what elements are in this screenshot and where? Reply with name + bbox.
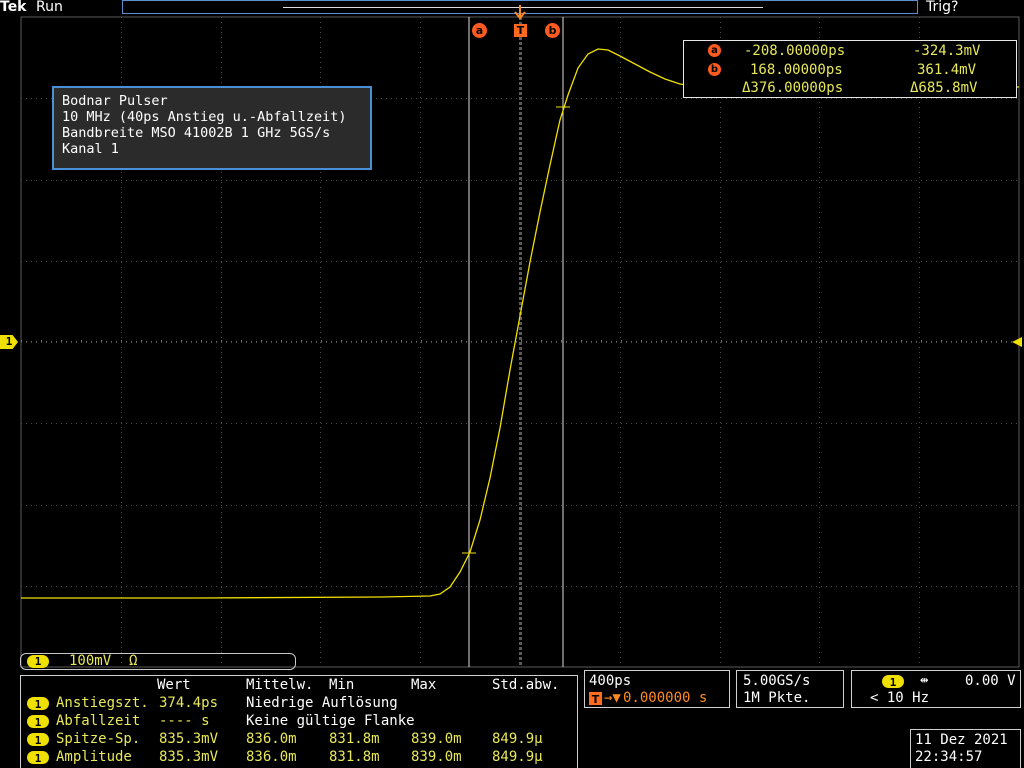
col-header-max: Max bbox=[411, 677, 437, 693]
cursor-crossing-ticks bbox=[462, 106, 570, 554]
trigger-level-icon bbox=[1012, 337, 1022, 347]
cursor-delta-voltage: Δ685.8mV bbox=[910, 80, 978, 96]
ch1-badge: 1 bbox=[27, 715, 49, 729]
cursor-b-icon[interactable]: b bbox=[545, 23, 560, 38]
time-display: 22:34:57 bbox=[915, 749, 983, 765]
ch1-impedance: Ω bbox=[129, 653, 138, 669]
col-header-min: Min bbox=[329, 677, 355, 693]
ch1-scale: 100mV bbox=[69, 653, 112, 669]
meas-value: 835.3mV bbox=[159, 749, 219, 765]
meas-name: Abfallzeit bbox=[56, 713, 141, 729]
annotation-line: Bandbreite MSO 41002B 1 GHz 5GS/s bbox=[62, 125, 331, 141]
timebase-delay-arrow-icon: →▼ bbox=[604, 690, 621, 706]
acquisition-panel[interactable]: 5.00GS/s 1M Pkte. bbox=[736, 670, 844, 708]
annotation-line: Kanal 1 bbox=[62, 141, 119, 157]
timebase-position: 0.000000 s bbox=[623, 690, 708, 706]
meas-std: 849.9µ bbox=[492, 749, 543, 765]
cursor-a-icon: a bbox=[708, 44, 721, 57]
meas-min: 831.8m bbox=[329, 749, 380, 765]
col-header-wert: Wert bbox=[157, 677, 191, 693]
meas-max: 839.0m bbox=[411, 731, 462, 747]
cursor-a-time: -208.00000ps bbox=[744, 43, 846, 59]
ch1-badge: 1 bbox=[27, 655, 49, 668]
sample-rate: 5.00GS/s bbox=[743, 673, 811, 689]
col-header-std: Std.abw. bbox=[492, 677, 560, 693]
cursor-readout[interactable]: a -208.00000ps -324.3mV b 168.00000ps 36… bbox=[683, 40, 1017, 98]
cursor-b-voltage: 361.4mV bbox=[917, 62, 977, 78]
meas-mean: 836.0m bbox=[246, 749, 297, 765]
meas-name: Amplitude bbox=[56, 749, 132, 765]
col-header-mean: Mittelw. bbox=[246, 677, 314, 693]
annotation-box[interactable]: Bodnar Pulser 10 MHz (40ps Anstieg u.-Ab… bbox=[52, 86, 372, 170]
meas-mean: 836.0m bbox=[246, 731, 297, 747]
datetime-panel: 11 Dez 2021 22:34:57 bbox=[910, 729, 1021, 768]
meas-note: Keine gültige Flanke bbox=[246, 713, 415, 729]
ch1-badge: 1 bbox=[27, 697, 49, 711]
timebase-panel[interactable]: 400ps T →▼ 0.000000 s bbox=[584, 670, 730, 708]
date-display: 11 Dez 2021 bbox=[915, 732, 1008, 748]
trigger-marker-icon: T bbox=[589, 692, 602, 706]
record-length: 1M Pkte. bbox=[743, 690, 811, 706]
trigger-panel[interactable]: 1 ⇹ 0.00 V < 10 Hz bbox=[851, 670, 1021, 708]
cursor-a-icon[interactable]: a bbox=[472, 23, 487, 38]
meas-name: Spitze-Sp. bbox=[56, 731, 141, 747]
ch1-badge: 1 bbox=[882, 675, 904, 689]
cursor-delta-time: Δ376.00000ps bbox=[742, 80, 844, 96]
annotation-line: Bodnar Pulser bbox=[62, 93, 168, 109]
ch1-badge: 1 bbox=[27, 751, 49, 765]
annotation-line: 10 MHz (40ps Anstieg u.-Abfallzeit) bbox=[62, 109, 347, 125]
meas-name: Anstiegszt. bbox=[56, 695, 149, 711]
trigger-frequency: < 10 Hz bbox=[870, 690, 930, 706]
meas-note: Niedrige Auflösung bbox=[246, 695, 398, 711]
cursor-b-icon: b bbox=[708, 63, 721, 76]
meas-max: 839.0m bbox=[411, 749, 462, 765]
meas-min: 831.8m bbox=[329, 731, 380, 747]
ch1-scale-box[interactable]: 1 100mV Ω bbox=[20, 653, 296, 670]
meas-std: 849.9µ bbox=[492, 731, 543, 747]
meas-value: 374.4ps bbox=[159, 695, 219, 711]
trigger-marker-icon[interactable]: T bbox=[514, 24, 527, 37]
cursor-a-voltage: -324.3mV bbox=[913, 43, 981, 59]
trigger-position-arrow bbox=[514, 5, 526, 20]
ch1-badge: 1 bbox=[27, 733, 49, 747]
meas-value: 835.3mV bbox=[159, 731, 219, 747]
trigger-level: 0.00 V bbox=[965, 673, 1016, 689]
rising-edge-icon: ⇹ bbox=[920, 672, 929, 688]
meas-value: ---- s bbox=[159, 713, 210, 729]
measurements-panel[interactable]: Wert Mittelw. Min Max Std.abw. 1 Anstieg… bbox=[20, 675, 578, 768]
timebase-scale: 400ps bbox=[589, 673, 632, 689]
cursor-b-time: 168.00000ps bbox=[750, 62, 843, 78]
